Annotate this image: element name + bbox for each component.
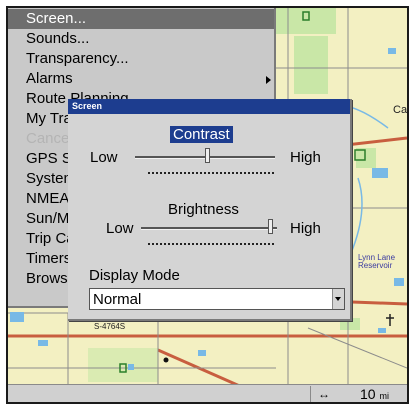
menu-item-label: Transparency...: [26, 50, 129, 67]
water-body: [10, 312, 24, 322]
submenu-arrow-icon: [266, 76, 271, 84]
park-area: [294, 36, 328, 94]
map-edge-label: Ca: [393, 104, 408, 116]
chevron-down-icon: [335, 297, 341, 301]
water-body: [372, 168, 388, 178]
status-divider: [310, 386, 311, 402]
slider-thumb[interactable]: [268, 219, 274, 234]
display-mode-select[interactable]: Normal: [89, 288, 345, 310]
dialog-title: Screen: [68, 99, 350, 114]
water-body: [394, 278, 404, 286]
slider-ticks: [148, 172, 274, 176]
scale-value: 10: [360, 386, 376, 402]
water-body: [388, 48, 396, 54]
brightness-low-label: Low: [106, 220, 134, 237]
menu-item-label: Sounds...: [26, 30, 90, 47]
dropdown-button[interactable]: [332, 289, 344, 309]
contrast-high-label: High: [290, 149, 321, 166]
contrast-low-label: Low: [90, 149, 118, 166]
brightness-high-label: High: [290, 220, 321, 237]
double-arrow-icon: ↔: [318, 387, 330, 401]
menu-item-label: Timers: [26, 250, 72, 267]
road-label: S-4764S: [94, 322, 126, 331]
menu-item-sounds[interactable]: Sounds...: [8, 29, 274, 49]
slider-ticks: [148, 243, 274, 247]
scale-unit: mi: [379, 391, 389, 401]
water-body: [38, 340, 48, 346]
water-body: [198, 350, 206, 356]
water-body: [378, 328, 386, 333]
slider-track: [141, 227, 277, 230]
slider-thumb[interactable]: [205, 148, 211, 163]
screen-dialog: Screen Contrast Low High Brightness Low …: [68, 99, 352, 321]
waypoint-dot: [163, 357, 169, 363]
brightness-label: Brightness: [168, 201, 239, 218]
menu-item-label: Alarms: [26, 70, 73, 87]
menu-item-label: Screen...: [26, 10, 87, 27]
menu-item-screen[interactable]: Screen...: [8, 9, 274, 29]
gps-screen: Lynn Lane Reservoir S-4764S Ca Screen...…: [6, 6, 409, 404]
water-body: [128, 364, 134, 370]
menu-item-alarms[interactable]: Alarms: [8, 69, 274, 89]
contrast-label: Contrast: [170, 126, 233, 143]
display-mode-label: Display Mode: [89, 267, 180, 284]
park-area: [356, 148, 376, 168]
display-mode-value: Normal: [93, 291, 142, 308]
status-bar: ↔ 10 mi: [8, 384, 407, 402]
lake-label: Lynn Lane Reservoir: [358, 254, 395, 270]
map-scale: 10 mi: [360, 386, 389, 402]
park-area: [88, 348, 158, 382]
lake-label-line2: Reservoir: [358, 261, 393, 270]
menu-item-transparency[interactable]: Transparency...: [8, 49, 274, 69]
